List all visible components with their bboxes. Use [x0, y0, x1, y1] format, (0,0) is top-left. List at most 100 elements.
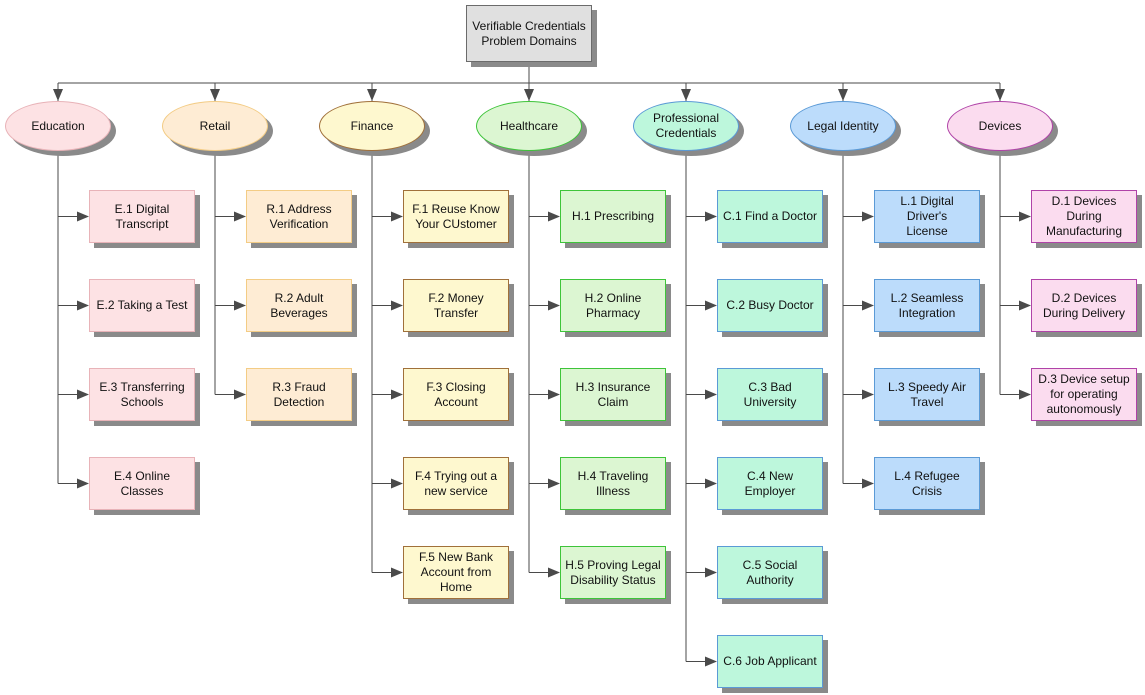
problem-label: E.3 Transferring Schools — [99, 379, 185, 409]
problem-node-legal-identity[interactable]: L.4 Refugee Crisis — [874, 457, 980, 510]
problem-label: C.3 Bad University — [743, 379, 797, 409]
problem-node-education[interactable]: E.1 Digital Transcript — [89, 190, 195, 243]
problem-node-education[interactable]: E.4 Online Classes — [89, 457, 195, 510]
arrow-icon — [1019, 389, 1031, 400]
problem-label: F.5 New Bank Account from Home — [418, 550, 494, 594]
domain-label: Professional Credentials — [652, 111, 720, 140]
problem-node-legal-identity[interactable]: L.1 Digital Driver's License — [874, 190, 980, 243]
domain-label: Legal Identity — [807, 118, 879, 133]
problem-node-professional-credentials[interactable]: C.1 Find a Doctor — [717, 190, 823, 243]
problem-node-education[interactable]: E.3 Transferring Schools — [89, 368, 195, 421]
problem-label: L.1 Digital Driver's License — [900, 194, 954, 238]
problem-node-retail[interactable]: R.3 Fraud Detection — [246, 368, 352, 421]
arrow-icon — [862, 211, 874, 222]
problem-label: R.1 Address Verification — [266, 201, 332, 231]
problem-node-education[interactable]: E.2 Taking a Test — [89, 279, 195, 332]
problem-node-finance[interactable]: F.4 Trying out a new service — [403, 457, 509, 510]
arrow-icon — [705, 567, 717, 578]
problem-node-professional-credentials[interactable]: C.5 Social Authority — [717, 546, 823, 599]
problem-node-finance[interactable]: F.5 New Bank Account from Home — [403, 546, 509, 599]
arrow-icon — [548, 478, 560, 489]
problem-label: H.3 Insurance Claim — [575, 379, 651, 409]
domain-node-healthcare[interactable]: Healthcare — [476, 101, 582, 151]
problem-node-finance[interactable]: F.2 Money Transfer — [403, 279, 509, 332]
problem-label: C.2 Busy Doctor — [726, 298, 814, 312]
problem-node-retail[interactable]: R.1 Address Verification — [246, 190, 352, 243]
arrow-icon — [391, 211, 403, 222]
domain-node-professional-credentials[interactable]: Professional Credentials — [633, 101, 739, 151]
domain-label: Education — [31, 118, 85, 133]
domain-node-devices[interactable]: Devices — [947, 101, 1053, 151]
problem-label: C.4 New Employer — [744, 468, 796, 498]
arrow-icon — [391, 478, 403, 489]
arrow-icon — [548, 567, 560, 578]
problem-label: H.2 Online Pharmacy — [584, 290, 642, 320]
domain-node-legal-identity[interactable]: Legal Identity — [790, 101, 896, 151]
problem-label: H.1 Prescribing — [571, 209, 655, 223]
arrow-icon — [1019, 211, 1031, 222]
problem-node-professional-credentials[interactable]: C.4 New Employer — [717, 457, 823, 510]
problem-label: C.6 Job Applicant — [723, 654, 817, 668]
arrow-icon — [391, 567, 403, 578]
problem-label: C.1 Find a Doctor — [722, 209, 818, 223]
problem-node-professional-credentials[interactable]: C.2 Busy Doctor — [717, 279, 823, 332]
problem-node-legal-identity[interactable]: L.3 Speedy Air Travel — [874, 368, 980, 421]
arrow-icon — [862, 300, 874, 311]
arrow-icon — [234, 300, 246, 311]
arrow-icon — [548, 211, 560, 222]
problem-node-professional-credentials[interactable]: C.6 Job Applicant — [717, 635, 823, 688]
problem-label: R.3 Fraud Detection — [272, 379, 326, 409]
arrow-icon — [77, 389, 89, 400]
problem-node-healthcare[interactable]: H.4 Traveling Illness — [560, 457, 666, 510]
problem-node-retail[interactable]: R.2 Adult Beverages — [246, 279, 352, 332]
problem-label: F.4 Trying out a new service — [414, 468, 498, 498]
problem-label: R.2 Adult Beverages — [270, 290, 328, 320]
domain-label: Retail — [199, 118, 231, 133]
arrow-icon — [705, 211, 717, 222]
arrow-icon — [391, 300, 403, 311]
problem-node-healthcare[interactable]: H.1 Prescribing — [560, 190, 666, 243]
arrow-icon — [548, 389, 560, 400]
arrow-icon — [391, 389, 403, 400]
root-label: Verifiable Credentials Problem Domains — [472, 18, 586, 48]
problem-node-devices[interactable]: D.1 Devices During Manufacturing — [1031, 190, 1137, 243]
problem-label: C.5 Social Authority — [742, 557, 798, 587]
problem-node-healthcare[interactable]: H.3 Insurance Claim — [560, 368, 666, 421]
problem-node-healthcare[interactable]: H.2 Online Pharmacy — [560, 279, 666, 332]
arrow-icon — [234, 389, 246, 400]
domain-label: Devices — [978, 118, 1022, 133]
problem-label: L.3 Speedy Air Travel — [887, 379, 967, 409]
arrow-icon — [53, 89, 63, 101]
problem-node-finance[interactable]: F.1 Reuse Know Your CUstomer — [403, 190, 509, 243]
arrow-icon — [524, 89, 534, 101]
problem-node-professional-credentials[interactable]: C.3 Bad University — [717, 368, 823, 421]
domain-node-finance[interactable]: Finance — [319, 101, 425, 151]
arrow-icon — [705, 656, 717, 667]
problem-label: F.3 Closing Account — [426, 379, 486, 409]
arrow-icon — [77, 300, 89, 311]
arrow-icon — [210, 89, 220, 101]
problem-label: D.2 Devices During Delivery — [1042, 290, 1126, 320]
problem-label: E.1 Digital Transcript — [114, 201, 170, 231]
problem-label: D.3 Device setup for operating autonomou… — [1038, 372, 1130, 416]
domain-label: Finance — [350, 118, 394, 133]
problem-node-devices[interactable]: D.2 Devices During Delivery — [1031, 279, 1137, 332]
arrow-icon — [705, 389, 717, 400]
problem-node-healthcare[interactable]: H.5 Proving Legal Disability Status — [560, 546, 666, 599]
problem-node-devices[interactable]: D.3 Device setup for operating autonomou… — [1031, 368, 1137, 421]
arrow-icon — [548, 300, 560, 311]
domain-node-education[interactable]: Education — [5, 101, 111, 151]
arrow-icon — [995, 89, 1005, 101]
arrow-icon — [862, 478, 874, 489]
problem-label: L.2 Seamless Integration — [890, 290, 964, 320]
arrow-icon — [705, 478, 717, 489]
arrow-icon — [1019, 300, 1031, 311]
arrow-icon — [77, 478, 89, 489]
arrow-icon — [681, 89, 691, 101]
arrow-icon — [367, 89, 377, 101]
problem-node-finance[interactable]: F.3 Closing Account — [403, 368, 509, 421]
root-node[interactable]: Verifiable Credentials Problem Domains — [466, 5, 592, 62]
problem-label: F.1 Reuse Know Your CUstomer — [412, 201, 500, 231]
domain-node-retail[interactable]: Retail — [162, 101, 268, 151]
problem-node-legal-identity[interactable]: L.2 Seamless Integration — [874, 279, 980, 332]
